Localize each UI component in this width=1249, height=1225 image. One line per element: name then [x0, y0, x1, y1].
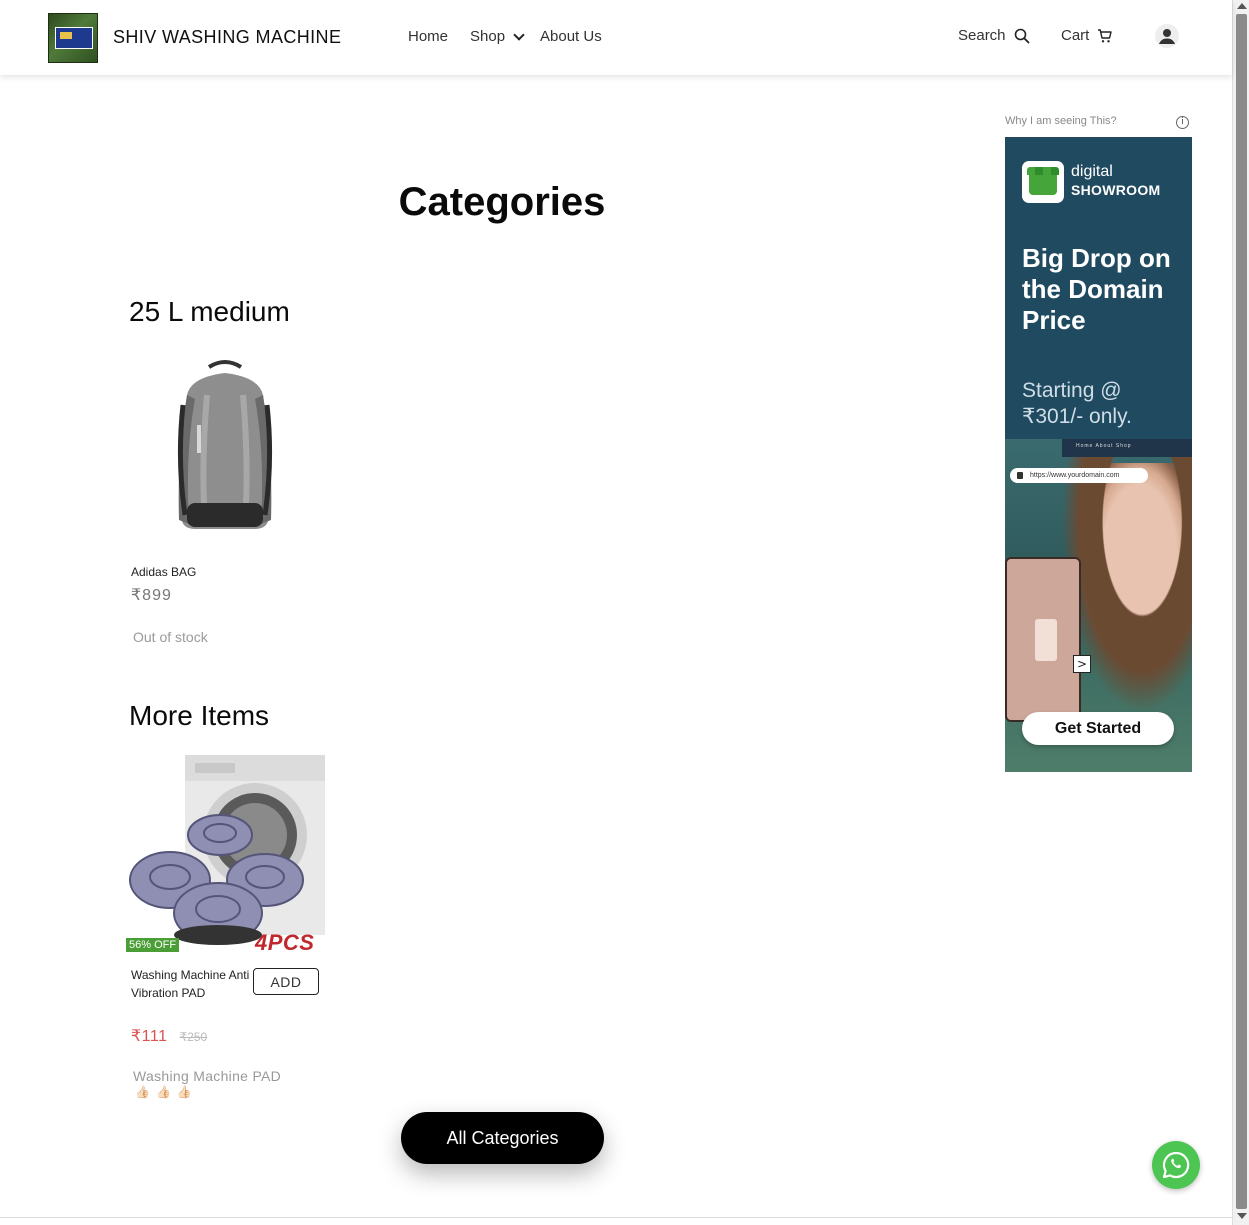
sale-price: ₹111 — [131, 1028, 168, 1045]
scroll-up-icon[interactable] — [1237, 3, 1247, 9]
lock-icon — [1017, 472, 1023, 479]
product-card[interactable]: 56% OFF 4PCS Washing Machine Anti Vibrat… — [125, 755, 325, 1099]
storefront-logo-icon — [1022, 161, 1064, 203]
original-price: ₹250 — [179, 1030, 208, 1044]
search-icon — [1014, 28, 1029, 43]
product-image-backpack[interactable] — [125, 355, 325, 555]
nav-about[interactable]: About Us — [540, 28, 602, 45]
ad-brand-line2: SHOWROOM — [1071, 182, 1161, 198]
ad-brand-line1: digital — [1071, 163, 1113, 180]
search-label: Search — [958, 27, 1006, 44]
nav-about-label: About Us — [540, 28, 602, 45]
price-row: ₹111 ₹250 — [131, 1026, 207, 1046]
info-icon[interactable]: i — [1176, 116, 1189, 129]
ad-url-bar: https://www.yourdomain.com — [1010, 468, 1148, 483]
brand-name[interactable]: SHIV WASHING MACHINE — [113, 27, 341, 48]
more-items-title: More Items — [129, 700, 270, 731]
user-avatar-icon[interactable] — [1155, 24, 1179, 48]
nav-home-label: Home — [408, 28, 449, 45]
scrollbar[interactable] — [1232, 0, 1249, 1225]
page: SHIV WASHING MACHINE Home Shop About Us … — [0, 0, 1249, 1225]
product-price: ₹899 — [131, 587, 172, 604]
footer-divider — [0, 1217, 1232, 1218]
scrollbar-thumb[interactable] — [1236, 14, 1247, 1209]
product-card[interactable]: Adidas BAG ₹899 Out of stock — [125, 355, 325, 645]
nav-shop-label: Shop — [470, 28, 506, 45]
ad-headline: Big Drop on the Domain Price — [1022, 243, 1171, 335]
product-name[interactable]: Washing Machine Anti Vibration PAD — [131, 966, 251, 1002]
nav-shop[interactable]: Shop — [470, 28, 525, 45]
ad-browser-bar: Home About Shop — [1062, 439, 1192, 457]
ad-url-text: https://www.yourdomain.com — [1030, 472, 1120, 479]
search-button[interactable]: Search — [958, 27, 1030, 44]
product-image-anti-vibration-pad[interactable]: 56% OFF 4PCS — [125, 755, 325, 955]
ad-cta-button[interactable]: Get Started — [1022, 712, 1174, 745]
advertisement-banner[interactable]: digital SHOWROOM Big Drop on the Domain … — [1005, 137, 1192, 772]
phone-image — [1005, 557, 1081, 722]
add-to-cart-button[interactable]: ADD — [253, 968, 319, 995]
all-categories-button[interactable]: All Categories — [401, 1112, 604, 1164]
cart-button[interactable]: Cart — [1061, 27, 1113, 44]
product-name[interactable]: Adidas BAG — [131, 563, 196, 581]
cart-icon — [1098, 28, 1113, 42]
cart-label: Cart — [1061, 27, 1090, 44]
site-logo[interactable] — [48, 13, 98, 63]
thumbs-up-icon: 👍🏻👍🏻👍🏻 — [135, 1085, 198, 1099]
site-header: SHIV WASHING MACHINE Home Shop About Us … — [0, 0, 1232, 75]
page-title: Categories — [398, 180, 606, 224]
discount-badge: 56% OFF — [126, 938, 180, 952]
chevron-down-icon — [513, 28, 525, 41]
ad-arrow-icon[interactable]: > — [1073, 655, 1091, 673]
stock-status: Out of stock — [133, 629, 208, 645]
scroll-down-icon[interactable] — [1237, 1213, 1247, 1219]
whatsapp-button[interactable] — [1152, 1141, 1200, 1189]
ad-why-link[interactable]: Why I am seeing This? — [1005, 115, 1117, 127]
nav-home[interactable]: Home — [408, 28, 448, 45]
product-description: Washing Machine PAD — [133, 1068, 282, 1084]
image-pcs-label: 4PCS — [255, 930, 315, 955]
category-title: 25 L medium — [129, 296, 290, 327]
ad-starting-price: Starting @ ₹301/- only. — [1022, 379, 1132, 428]
ad-browser-nav: Home About Shop — [1076, 443, 1132, 449]
whatsapp-icon — [1162, 1151, 1190, 1179]
